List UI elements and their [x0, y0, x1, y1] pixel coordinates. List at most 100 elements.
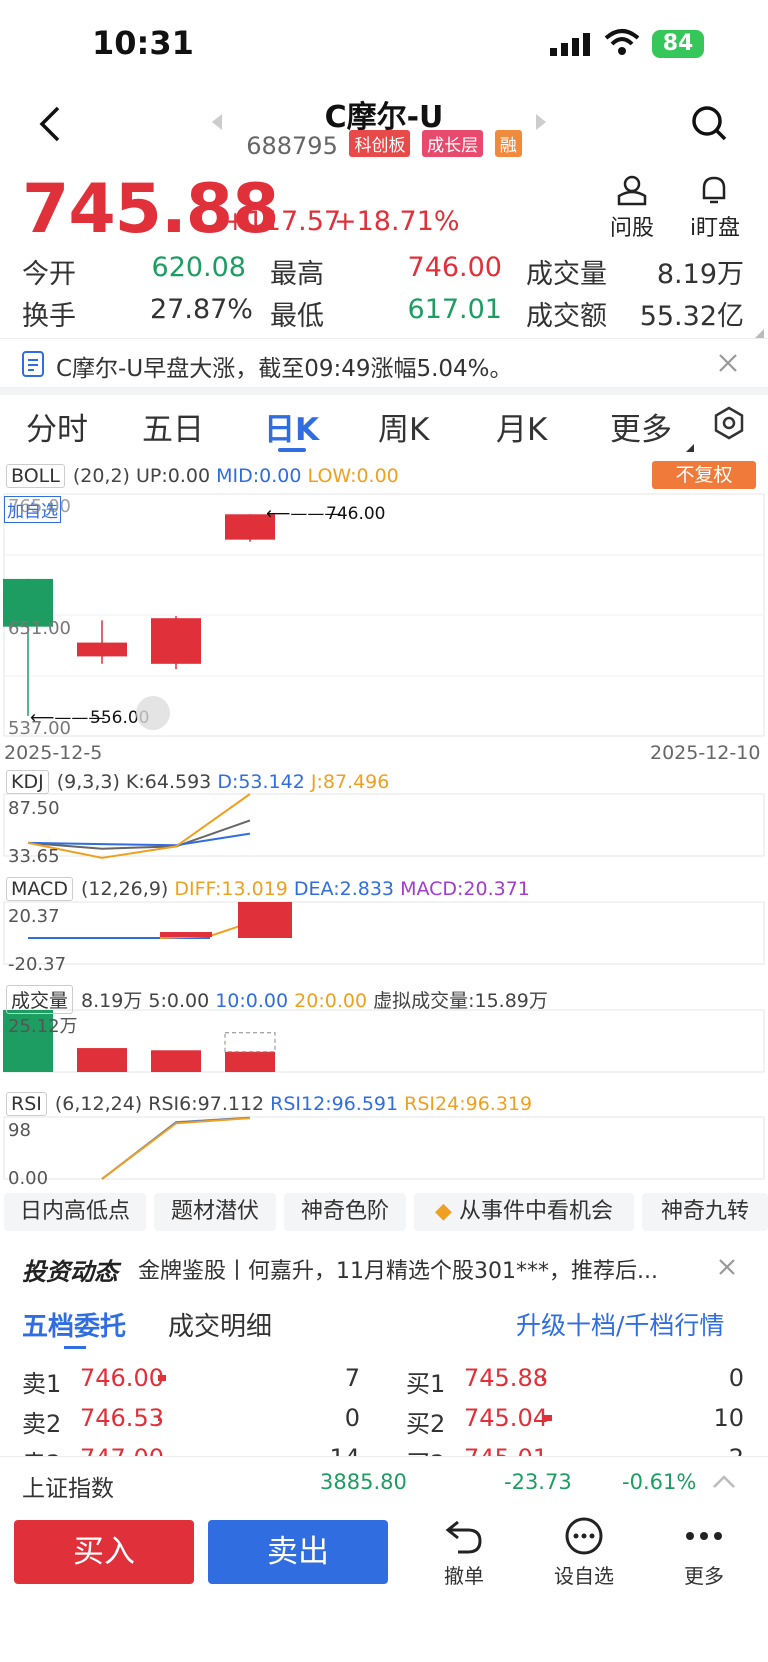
- notice-bar[interactable]: C摩尔-U早盘大涨，截至09:49涨幅5.04%。: [0, 338, 768, 395]
- chip-nine-turn[interactable]: 神奇九转: [642, 1193, 768, 1231]
- tab-daily-k[interactable]: 日K: [264, 404, 319, 449]
- volume-ma10: 10:0.00: [215, 990, 289, 1012]
- sell2-qty: 0: [344, 1404, 360, 1432]
- sell1-qty: 7: [344, 1364, 360, 1392]
- person-icon: [617, 175, 647, 206]
- volume-label: 成交量: [526, 259, 607, 290]
- sell1-label: 卖1: [22, 1370, 62, 1398]
- document-icon: [22, 351, 44, 377]
- tab-order-book[interactable]: 五档委托: [22, 1306, 126, 1343]
- sell2-bar: [158, 1415, 160, 1421]
- volume-value: 8.19万: [656, 259, 744, 290]
- kdj-y-top: 87.50: [8, 798, 60, 819]
- tag-growth-tier: 成长层: [422, 130, 484, 157]
- boll-selector[interactable]: BOLL: [6, 464, 65, 488]
- tab-more[interactable]: 更多: [610, 404, 672, 449]
- macd-row: MACD (12,26,9) DIFF:13.019 DEA:2.833 MACD…: [6, 877, 530, 901]
- price-change-pct: +18.71%: [334, 206, 460, 237]
- sell1-price: 746.00: [80, 1364, 164, 1392]
- close-icon[interactable]: [718, 1258, 736, 1276]
- macd-diff: DIFF:13.019: [174, 878, 288, 900]
- sell3-label: 卖3: [22, 1444, 61, 1456]
- more-dropdown-icon: [686, 444, 694, 452]
- draw-tool-icon[interactable]: [136, 696, 170, 730]
- more-icon: [686, 1532, 722, 1540]
- orderbook-tab-indicator: [64, 1346, 86, 1349]
- close-icon[interactable]: [718, 353, 738, 373]
- more-label: 更多: [684, 1564, 724, 1588]
- upgrade-link[interactable]: 升级十档/千档行情: [516, 1306, 724, 1342]
- rsi-rsi12-line: [101, 1116, 251, 1180]
- add-watchlist-label: 设自选: [554, 1564, 614, 1588]
- buy3-price: 745.01: [464, 1444, 548, 1456]
- adjust-selector[interactable]: 不复权: [652, 461, 756, 489]
- rsi-rsi6-line: [101, 1116, 251, 1180]
- high-value: 746.00: [407, 252, 502, 283]
- buy-button[interactable]: 买入: [14, 1520, 194, 1584]
- rsi-row: RSI (6,12,24) RSI6:97.112 RSI12:96.591 RS…: [6, 1092, 532, 1116]
- tab-weekly-k[interactable]: 周K: [378, 404, 429, 449]
- search-icon[interactable]: [690, 104, 728, 146]
- kline-y-top: 765.00: [8, 496, 71, 517]
- more-button[interactable]: 更多: [664, 1516, 744, 1589]
- boll-row: BOLL (20,2) UP:0.00 MID:0.00 LOW:0.00: [6, 464, 399, 488]
- index-ticker[interactable]: 上证指数 3885.80 -23.73 -0.61%: [0, 1456, 768, 1511]
- macd-bar: [160, 932, 212, 937]
- chip-theme[interactable]: 题材潜伏: [154, 1193, 276, 1231]
- boll-params: (20,2): [72, 465, 130, 487]
- kdj-d-line: [27, 832, 251, 847]
- sell-button[interactable]: 卖出: [208, 1520, 388, 1584]
- index-change: -23.73: [504, 1470, 572, 1494]
- order-book: 卖1 746.00 7 卖2 746.53 0 卖3 747.00 14 买1 …: [0, 1364, 768, 1456]
- turnover-label: 换手: [22, 301, 76, 332]
- kdj-selector[interactable]: KDJ: [6, 770, 49, 794]
- volume-current: 8.19万: [81, 990, 143, 1012]
- boll-low: LOW:0.00: [307, 465, 399, 487]
- chip-intraday-highlow[interactable]: 日内高低点: [4, 1193, 146, 1231]
- volume-selector[interactable]: 成交量: [6, 985, 74, 1014]
- volume-bar: [77, 1048, 127, 1072]
- chevron-up-icon[interactable]: [712, 1475, 736, 1489]
- volume-y-top: 25.12万: [8, 1016, 78, 1037]
- bell-icon: [702, 176, 726, 204]
- buy1-label: 买1: [406, 1370, 446, 1398]
- buy1-bar: [542, 1375, 544, 1381]
- watch-button[interactable]: i盯盘: [682, 174, 748, 242]
- watchlist-icon: [565, 1517, 603, 1555]
- add-watchlist-button[interactable]: 设自选: [544, 1516, 624, 1589]
- cancel-order-button[interactable]: 撤单: [424, 1516, 504, 1589]
- tab-trade-detail[interactable]: 成交明细: [168, 1306, 272, 1343]
- watch-label: i盯盘: [689, 216, 741, 241]
- settings-icon[interactable]: [712, 406, 746, 440]
- kdj-row: KDJ (9,3,3) K:64.593 D:53.142 J:87.496: [6, 770, 389, 794]
- buy2-bar: [542, 1415, 552, 1421]
- news-bar[interactable]: 投资动态 金牌鉴股丨何嘉升，11月精选个股301***，推荐后...: [0, 1240, 768, 1296]
- x-axis-start: 2025-12-5: [4, 742, 103, 764]
- macd-selector[interactable]: MACD: [6, 877, 73, 901]
- sell3-price: 747.00: [80, 1444, 164, 1456]
- low-label: 最低: [270, 301, 324, 332]
- sell3-qty: 14: [300, 1444, 360, 1456]
- virtual-volume-bar: [224, 1032, 276, 1053]
- news-label: 投资动态: [22, 1258, 118, 1286]
- macd-value: MACD:20.371: [400, 878, 530, 900]
- status-time: 10:31: [92, 24, 194, 62]
- volume-virtual: 虚拟成交量:15.89万: [373, 990, 548, 1012]
- kdj-j: J:87.496: [310, 771, 390, 793]
- ask-stock-button[interactable]: 问股: [606, 174, 658, 242]
- buy1-qty: 0: [728, 1364, 744, 1392]
- candle-body: [151, 618, 201, 664]
- tab-5day[interactable]: 五日: [142, 404, 204, 449]
- rsi-y-bottom: 0.00: [8, 1168, 49, 1189]
- ask-stock-label: 问股: [609, 216, 654, 241]
- tab-monthly-k[interactable]: 月K: [496, 404, 547, 449]
- candle-body: [77, 642, 127, 657]
- open-label: 今开: [22, 259, 76, 290]
- chip-event-opportunity[interactable]: ◆ 从事件中看机会: [414, 1193, 634, 1231]
- macd-y-top: 20.37: [8, 906, 60, 927]
- index-pct: -0.61%: [622, 1470, 697, 1494]
- rsi-selector[interactable]: RSI: [6, 1092, 47, 1116]
- chip-color-scale[interactable]: 神奇色阶: [284, 1193, 406, 1231]
- tab-intraday[interactable]: 分时: [26, 404, 88, 449]
- macd-params: (12,26,9): [80, 878, 169, 900]
